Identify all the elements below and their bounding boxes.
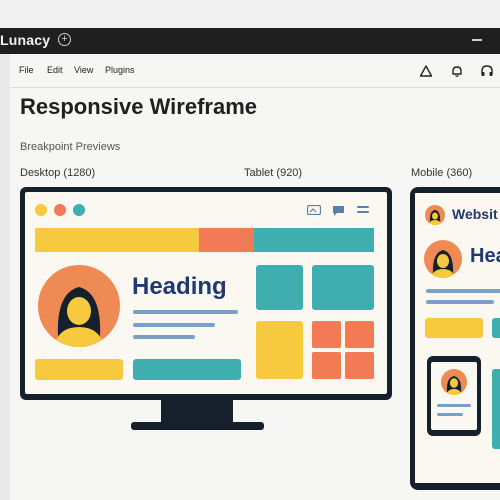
hero-heading: Heading [132,273,227,300]
menu-file[interactable]: File [19,65,34,75]
bell-icon[interactable] [450,64,464,78]
monitor-stand-base [131,422,264,430]
window-dot-yellow [35,204,47,216]
side-panel-teal [492,369,500,449]
person-icon [428,210,442,225]
grid-tile-coral [312,321,341,348]
grid-tile-coral [312,352,341,379]
card-teal [312,265,374,310]
nav-bar-yellow-segment [35,228,199,252]
avatar [38,265,120,347]
app-window: File Edit View Plugins Responsive Wirefr… [10,54,500,500]
menu-view[interactable]: View [74,65,93,75]
minimize-icon[interactable] [472,39,482,41]
page-title: Responsive Wireframe [20,94,258,119]
headphones-icon[interactable] [480,64,494,78]
screenshot-frame: Lunacy + File Edit View Plugins Responsi… [0,0,500,500]
card-teal [492,318,500,338]
window-dot-teal [73,204,85,216]
text-line [133,310,238,314]
text-line [133,335,195,339]
triangle-icon[interactable] [419,64,433,78]
card-teal [256,265,303,310]
tablet-preview-screen: Websit Hea [415,193,500,483]
section-label: Breakpoint Previews [20,141,121,153]
grid-tile-coral [345,352,374,379]
plus-circle-icon[interactable]: + [58,33,71,46]
chat-icon [333,206,344,216]
tablet-preview[interactable]: Websit Hea [410,187,500,490]
button-placeholder-teal [133,359,241,380]
app-name: Lunacy [0,32,51,48]
card-yellow [425,318,483,338]
phone-screen [431,362,477,430]
tablet-heading: Hea [470,245,500,267]
title-bar: Lunacy + [0,28,500,54]
tablet-header-text: Websit [452,206,498,222]
button-placeholder-yellow [35,359,123,380]
phone-mockup [427,356,481,436]
text-line [437,413,463,416]
text-line [426,289,500,293]
mobile-breakpoint-label: Mobile (360) [411,167,473,179]
person-icon [446,376,462,395]
text-line [437,404,471,407]
desktop-breakpoint-label: Desktop (1280) [20,167,96,179]
nav-bar-coral-segment [199,228,254,252]
avatar [424,240,462,278]
card-yellow [256,321,303,379]
tablet-breakpoint-label: Tablet (920) [244,167,303,179]
window-dot-coral [54,204,66,216]
avatar [441,369,467,395]
desktop-preview[interactable]: Heading [20,187,392,400]
nav-bar-teal-segment [254,228,374,252]
person-icon [54,287,104,347]
menu-edit[interactable]: Edit [47,65,63,75]
text-line [426,300,494,304]
grid-tile-coral [345,321,374,348]
monitor-stand-neck [161,400,233,423]
desktop-background [0,0,500,28]
menu-plugins[interactable]: Plugins [105,65,135,75]
avatar-small [425,205,445,225]
menu-bar: File Edit View Plugins [10,54,500,88]
text-line [133,323,215,327]
desktop-preview-screen: Heading [25,192,387,394]
menu-icon [357,206,369,213]
person-icon [431,250,455,278]
image-icon [307,205,321,215]
